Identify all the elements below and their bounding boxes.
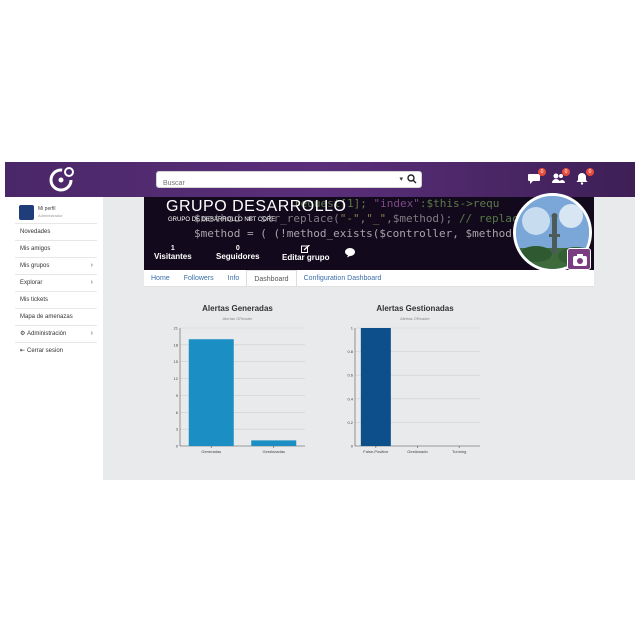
y-tick-label: 1 (351, 326, 354, 331)
sidebar-item-administracion[interactable]: ⚙ Administración › (15, 325, 97, 342)
tab-home[interactable]: Home (144, 270, 177, 286)
sidebar-item-novedades[interactable]: Novedades (15, 223, 97, 240)
profile-role: Administrador (38, 213, 63, 218)
sidebar-item-label: Mis amigos (20, 246, 51, 252)
chart-alertas-generadas: 0 3 6 9 12 15 18 21 Generadas Gestionadas (174, 326, 305, 454)
search-input[interactable] (157, 176, 377, 191)
y-tick-label: 0 (351, 444, 354, 449)
chevron-right-icon: › (90, 262, 93, 269)
x-tick-label: Generadas (201, 449, 221, 454)
y-tick-label: 3 (176, 427, 179, 432)
x-tick-label: False-Positive (363, 449, 389, 454)
bar[interactable] (251, 440, 297, 446)
y-tick-label: 0 (176, 444, 179, 449)
stat-value: 0 (235, 245, 240, 252)
edit-group-button[interactable]: Editar grupo (282, 245, 330, 262)
sidebar-item-mis-grupos[interactable]: Mis grupos › (15, 257, 97, 274)
edit-group-label: Editar grupo (282, 253, 330, 262)
y-tick-label: 0.6 (347, 373, 353, 378)
group-subtitle: GRUPO DE DESARROLLO NET CORE (168, 217, 276, 223)
friends-badge: 0 (562, 168, 570, 176)
y-tick-label: 18 (174, 342, 179, 347)
stat-seguidores: 0 Seguidores (216, 245, 260, 261)
chart-subtitle: Alertas OReader (222, 316, 253, 321)
stat-value: 1 (170, 245, 175, 252)
sidebar-item-cerrar-sesion[interactable]: ⇤ Cerrar sesion (15, 342, 97, 359)
sidebar-nav: Novedades Mis amigos Mis grupos › Explora… (15, 223, 97, 359)
bell-icon[interactable]: 0 (575, 168, 594, 185)
y-tick-label: 9 (176, 393, 179, 398)
bar[interactable] (360, 328, 391, 446)
app-window: ▾ 0 0 0 Mi perfil Administ (5, 162, 635, 480)
chat-icon[interactable]: 0 (527, 168, 546, 185)
tab-info[interactable]: Info (221, 270, 247, 286)
banner-code-background: $method = ( (!method_exists($controller,… (194, 227, 545, 240)
gears-icon: ⚙ (20, 331, 26, 337)
search-box: ▾ (156, 171, 422, 191)
sidebar-item-label: Cerrar sesion (27, 348, 64, 354)
y-tick-label: 0.2 (347, 420, 353, 425)
profile-name[interactable]: Mi perfil (38, 206, 56, 212)
chart-alertas-gestionadas: 0 0.2 0.4 0.6 0.8 1 False-Positive Gestionado Tu… (347, 326, 480, 454)
camera-button[interactable] (567, 248, 591, 270)
y-tick-label: 12 (174, 376, 179, 381)
sidebar-item-explorar[interactable]: Explorar › (15, 274, 97, 291)
sidebar-item-label: Mis tickets (20, 297, 49, 303)
sidebar-item-label: Administración (27, 331, 67, 337)
friends-icon[interactable]: 0 (551, 168, 570, 185)
chat-badge: 0 (538, 168, 546, 176)
sidebar-item-label: Mis grupos (20, 263, 50, 269)
search-icon[interactable] (407, 174, 417, 184)
message-icon[interactable] (344, 247, 356, 258)
y-tick-label: 15 (174, 359, 179, 364)
tab-followers[interactable]: Followers (177, 270, 221, 286)
sidebar-item-mis-tickets[interactable]: Mis tickets (15, 291, 97, 308)
stat-visitantes: 1 Visitantes (154, 245, 192, 261)
x-tick-label: Gestionado (407, 449, 428, 454)
notification-icons: 0 0 0 (527, 168, 594, 185)
edit-icon (301, 245, 311, 253)
top-bar: ▾ 0 0 0 (5, 162, 635, 197)
sidebar-item-mapa-amenazas[interactable]: Mapa de amenazas (15, 308, 97, 325)
y-tick-label: 21 (174, 326, 179, 331)
avatar[interactable] (19, 205, 34, 220)
bell-badge: 0 (586, 168, 594, 176)
chevron-right-icon: › (90, 330, 93, 337)
group-title: GRUPO DESARROLLO (166, 198, 347, 215)
sidebar: Mi perfil Administrador Novedades Mis am… (5, 197, 103, 480)
sidebar-item-label: Explorar (20, 280, 43, 286)
sidebar-profile[interactable]: Mi perfil Administrador (19, 205, 99, 225)
stat-label: Visitantes (154, 252, 192, 261)
chart-subtitle: Alertas OReader (400, 316, 430, 321)
bar[interactable] (188, 339, 234, 446)
tab-dashboard[interactable]: Dashboard (246, 270, 297, 286)
sidebar-item-mis-amigos[interactable]: Mis amigos (15, 240, 97, 257)
y-tick-label: 0.8 (347, 349, 353, 354)
sidebar-item-label: Novedades (20, 229, 51, 235)
caret-down-icon[interactable]: ▾ (399, 175, 403, 183)
app-logo[interactable] (47, 166, 77, 193)
camera-icon (573, 254, 587, 266)
group-tabs: Home Followers Info Dashboard Configurat… (144, 270, 594, 287)
chart-title: Alertas Generadas (202, 304, 273, 313)
x-tick-label: Tunning (452, 449, 466, 454)
x-tick-label: Gestionadas (263, 449, 285, 454)
stat-label: Seguidores (216, 252, 260, 261)
chart-title: Alertas Gestionadas (376, 304, 454, 313)
tab-configuration-dashboard[interactable]: Configuration Dashboard (297, 270, 389, 286)
y-tick-label: 0.4 (347, 396, 353, 401)
sidebar-item-label: Mapa de amenazas (20, 314, 73, 320)
chevron-right-icon: › (90, 279, 93, 286)
y-tick-label: 6 (176, 410, 179, 415)
logout-icon: ⇤ (20, 348, 26, 354)
